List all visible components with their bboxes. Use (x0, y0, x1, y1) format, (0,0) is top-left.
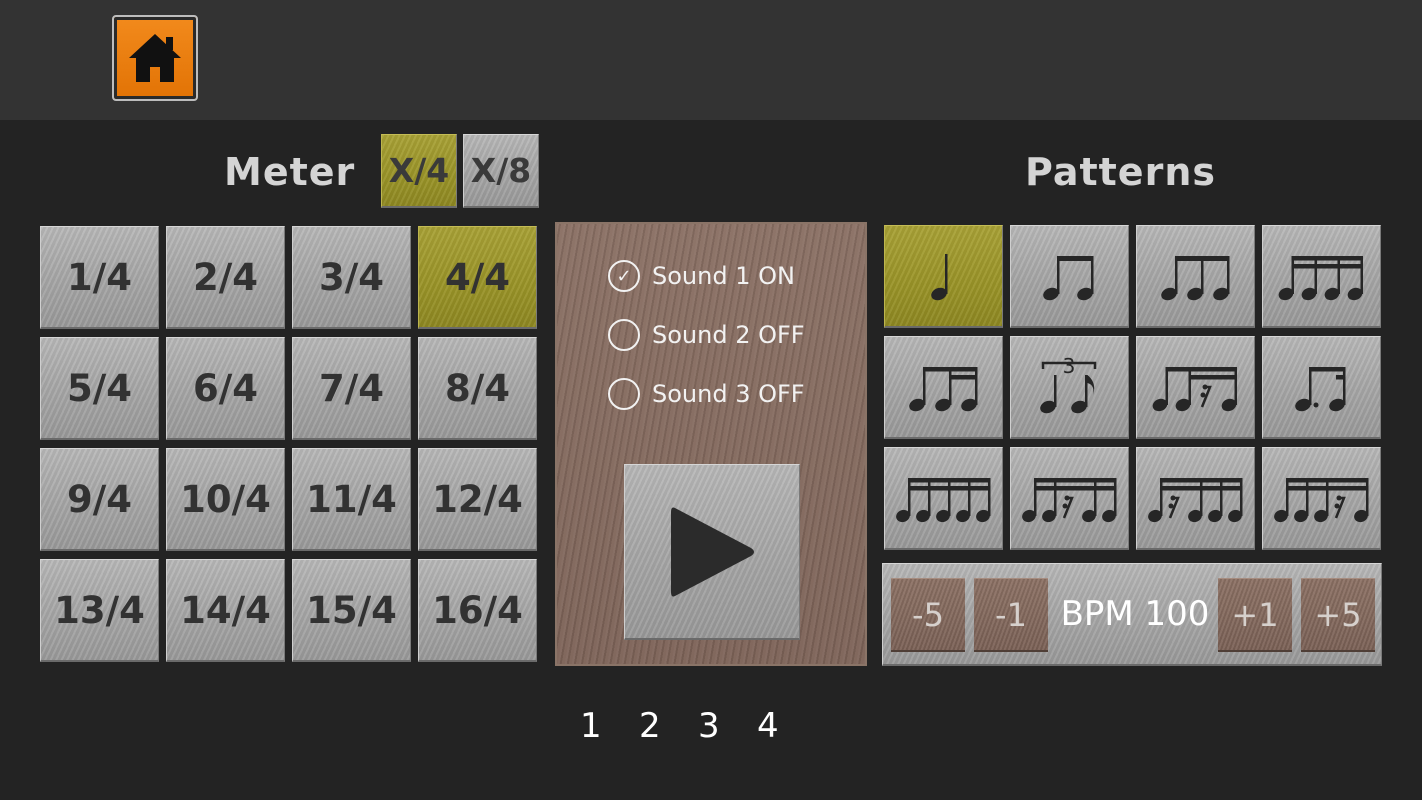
meter-button[interactable]: 6/4 (166, 337, 285, 440)
pattern-button[interactable] (1136, 336, 1255, 439)
meter-button[interactable]: 11/4 (292, 448, 411, 551)
top-bar (0, 0, 1422, 120)
four-sixteenth-notes-icon (1278, 256, 1363, 301)
bpm-minus-5-button[interactable]: -5 (891, 578, 965, 652)
sound-panel: ✓ Sound 1 ON Sound 2 OFF Sound 3 OFF (555, 222, 867, 666)
meter-heading: Meter (224, 150, 356, 194)
meter-button[interactable]: 10/4 (166, 448, 285, 551)
meter-button[interactable]: 7/4 (292, 337, 411, 440)
meter-button[interactable]: 9/4 (40, 448, 159, 551)
checked-circle-icon: ✓ (608, 260, 640, 292)
sound-2-label: Sound 2 OFF (652, 321, 805, 349)
pattern-button[interactable] (1262, 225, 1381, 328)
empty-circle-icon (608, 319, 640, 351)
page-indicator: 1 2 3 4 (575, 706, 811, 746)
quintuplet-sixteenths-icon (895, 478, 990, 523)
pattern-button[interactable] (884, 447, 1003, 550)
quintuplet-with-rest-1-icon (1147, 478, 1242, 523)
quarter-eighth-triplet-icon: 3 (1039, 355, 1096, 414)
sound-1-label: Sound 1 ON (652, 262, 795, 290)
bpm-plus-5-button[interactable]: +5 (1301, 578, 1375, 652)
meter-button[interactable]: 3/4 (292, 226, 411, 329)
quarter-note-icon (930, 254, 947, 301)
home-icon (129, 34, 181, 82)
meter-button[interactable]: 16/4 (418, 559, 537, 662)
meter-button[interactable]: 8/4 (418, 337, 537, 440)
page-4[interactable]: 4 (752, 706, 811, 746)
meter-button[interactable]: 12/4 (418, 448, 537, 551)
play-button[interactable] (624, 464, 800, 640)
pattern-button[interactable] (1010, 225, 1129, 328)
meter-button[interactable]: 2/4 (166, 226, 285, 329)
page-1[interactable]: 1 (575, 706, 634, 746)
sound-3-label: Sound 3 OFF (652, 380, 805, 408)
home-button[interactable] (112, 15, 198, 101)
page-3[interactable]: 3 (693, 706, 752, 746)
pattern-button[interactable] (1136, 447, 1255, 550)
page-2[interactable]: 2 (634, 706, 693, 746)
pattern-button-selected[interactable] (884, 225, 1003, 328)
play-icon (671, 507, 754, 596)
bpm-minus-1-button[interactable]: -1 (974, 578, 1048, 652)
patterns-heading: Patterns (1025, 150, 1216, 194)
pattern-button[interactable] (1262, 336, 1381, 439)
quintuplet-with-rest-4-icon (1273, 478, 1368, 523)
meter-button[interactable]: 1/4 (40, 226, 159, 329)
eighth-note-triplet-icon (1160, 256, 1229, 301)
meter-button-selected[interactable]: 4/4 (418, 226, 537, 329)
meter-button[interactable]: 5/4 (40, 337, 159, 440)
two-eighth-notes-icon (1042, 256, 1093, 301)
empty-circle-icon (608, 378, 640, 410)
pattern-button[interactable]: 3 (1010, 336, 1129, 439)
quintuplet-with-rest-2-icon (1021, 478, 1116, 523)
svg-text:3: 3 (1062, 355, 1075, 378)
meter-button[interactable]: 14/4 (166, 559, 285, 662)
meter-button[interactable]: 15/4 (292, 559, 411, 662)
pattern-button[interactable] (1262, 447, 1381, 550)
meter-button[interactable]: 13/4 (40, 559, 159, 662)
meter-toggle-x8[interactable]: X/8 (463, 134, 539, 208)
pattern-grid: 3 (884, 225, 1382, 551)
eighth-two-sixteenths-icon (908, 367, 977, 412)
pattern-button[interactable] (884, 336, 1003, 439)
meter-grid: 1/4 2/4 3/4 4/4 5/4 6/4 7/4 8/4 9/4 10/4… (40, 226, 537, 664)
pattern-button[interactable] (1010, 447, 1129, 550)
sixteenth-pattern-with-rest-icon (1152, 367, 1237, 412)
dotted-eighth-sixteenth-icon (1294, 367, 1345, 412)
pattern-button[interactable] (1136, 225, 1255, 328)
sound-2-toggle[interactable]: Sound 2 OFF (608, 319, 805, 351)
sound-1-toggle[interactable]: ✓ Sound 1 ON (608, 260, 795, 292)
bpm-value: BPM 100 (1060, 594, 1210, 634)
sound-3-toggle[interactable]: Sound 3 OFF (608, 378, 805, 410)
meter-toggle-x4[interactable]: X/4 (381, 134, 457, 208)
bpm-panel: -5 -1 BPM 100 +1 +5 (882, 563, 1382, 666)
bpm-plus-1-button[interactable]: +1 (1218, 578, 1292, 652)
